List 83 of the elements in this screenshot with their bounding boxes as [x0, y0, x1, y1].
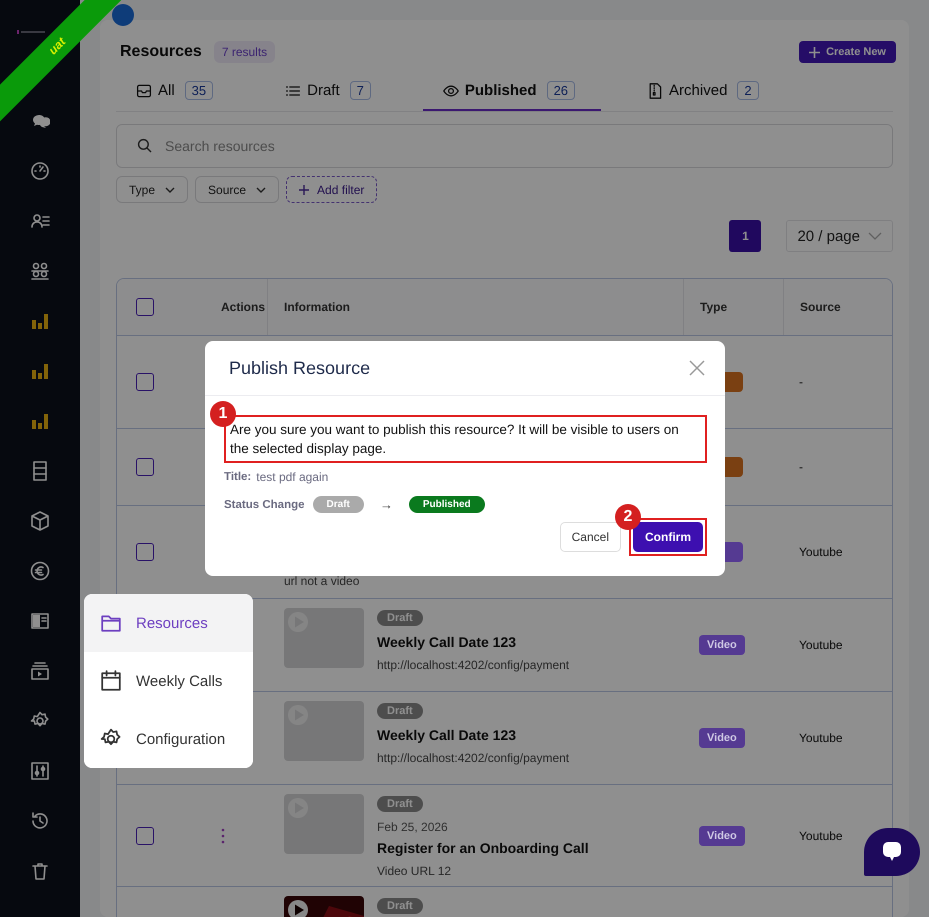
status-change-label: Status Change: [224, 498, 305, 510]
create-new-button[interactable]: Create New: [799, 41, 896, 63]
search-icon: [137, 138, 153, 154]
step-number-badge: 2: [615, 504, 641, 530]
search-field[interactable]: Search resources: [116, 124, 893, 168]
resource-title: Register for an Onboarding Call: [377, 840, 589, 856]
group-icon[interactable]: [30, 261, 50, 281]
status-badge: Draft: [377, 898, 423, 914]
inbox-icon: [136, 82, 152, 98]
status-badge: Draft: [377, 703, 423, 719]
video-stack-icon[interactable]: [30, 661, 50, 681]
resource-title: Weekly Call Date 123: [377, 727, 516, 743]
checkbox[interactable]: [136, 826, 154, 844]
plus-icon: [809, 46, 820, 58]
count-badge: 35: [184, 81, 214, 100]
checkbox[interactable]: [136, 373, 154, 391]
column-header: Type: [700, 300, 728, 314]
close-icon[interactable]: [689, 360, 705, 376]
more-icon[interactable]: [221, 828, 225, 844]
tab[interactable]: Published 26: [422, 77, 602, 111]
column-header: Actions: [221, 300, 266, 314]
type-badge: Video: [699, 826, 745, 846]
eye-icon: [442, 82, 459, 98]
source-text: Youtube: [799, 638, 843, 652]
type-badge: Video: [699, 728, 745, 748]
cancel-button[interactable]: Cancel: [560, 522, 621, 552]
history-icon[interactable]: [30, 811, 50, 831]
count-badge: 26: [546, 81, 576, 100]
filter-button[interactable]: Add filter: [286, 176, 378, 203]
chat-button[interactable]: [864, 828, 920, 876]
resource-url: Video URL 12: [377, 864, 452, 878]
zip-file-icon: [647, 82, 664, 98]
filter-button[interactable]: Type: [116, 176, 188, 203]
title-label: Title:: [224, 471, 252, 483]
bar-chart-icon[interactable]: [30, 361, 50, 381]
source-text: Youtube: [799, 545, 843, 559]
bar-chart-icon[interactable]: [30, 411, 50, 431]
count-badge: 2: [737, 81, 759, 100]
checkbox[interactable]: [136, 458, 154, 476]
status-badge: Draft: [312, 496, 364, 513]
status-badge: Published: [408, 496, 485, 513]
sliders-icon[interactable]: [30, 761, 50, 781]
date-text: Feb 25, 2026: [377, 820, 448, 834]
count-badge: 7: [350, 81, 371, 100]
filter-button[interactable]: Source: [195, 176, 280, 203]
chevron-down-icon: [256, 186, 266, 192]
column-header: Source: [800, 300, 841, 314]
trash-icon[interactable]: [30, 861, 50, 881]
page-button[interactable]: 1: [729, 220, 762, 252]
status-badge: Draft: [377, 796, 423, 812]
confirm-button[interactable]: Confirm: [633, 522, 703, 552]
column-header: Information: [284, 300, 350, 314]
panel-icon[interactable]: [30, 611, 50, 631]
arrow-text: →: [378, 497, 394, 512]
checkbox[interactable]: [136, 543, 154, 561]
tab[interactable]: Archived 2: [627, 77, 785, 111]
resource-url: http://localhost:4202/config/payment: [377, 751, 570, 765]
plus-icon: [299, 184, 310, 194]
resource-url: url not a video: [284, 574, 360, 588]
euro-icon[interactable]: [30, 561, 50, 581]
source-text: Youtube: [799, 828, 843, 842]
resource-title: Weekly Call Date 123: [377, 634, 516, 650]
logo-icon: [17, 29, 45, 35]
gauge-icon[interactable]: [30, 161, 50, 181]
page-size-select[interactable]: 20 / page: [786, 220, 893, 252]
menu-item[interactable]: Resources: [84, 594, 253, 652]
title-value: test pdf again: [256, 470, 328, 484]
server-icon[interactable]: [30, 461, 50, 481]
dialog-title: Publish Resource: [229, 358, 370, 378]
source-text: -: [799, 460, 803, 474]
cube-icon[interactable]: [30, 511, 50, 531]
resource-url: http://localhost:4202/config/payment: [377, 658, 570, 672]
status-badge: Draft: [377, 610, 423, 626]
results-badge: 7 results: [214, 41, 276, 63]
type-badge: Video: [699, 635, 745, 655]
checkbox[interactable]: [136, 298, 154, 316]
source-text: -: [799, 375, 803, 389]
tab[interactable]: Draft 7: [265, 77, 397, 111]
bar-chart-icon[interactable]: [30, 311, 50, 331]
chevron-down-icon: [868, 232, 882, 240]
chevron-down-icon: [165, 186, 176, 192]
source-text: Youtube: [799, 731, 843, 745]
calendar-icon: [100, 670, 122, 692]
